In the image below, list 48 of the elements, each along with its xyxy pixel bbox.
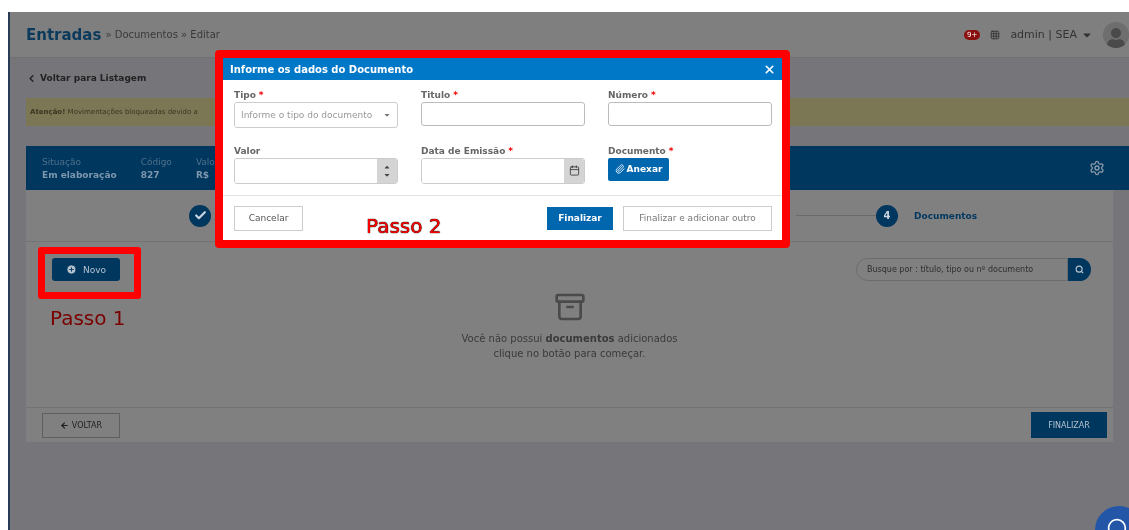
field-label: Tipo * xyxy=(234,90,265,100)
arrow-left-icon xyxy=(59,420,69,430)
date-field[interactable] xyxy=(421,157,585,184)
back-button[interactable]: VOLTAR xyxy=(42,412,120,438)
attach-button[interactable]: Anexar xyxy=(608,157,669,181)
archive-box-icon xyxy=(553,291,586,323)
calendar-icon[interactable] xyxy=(564,158,584,183)
info-value: R$ xyxy=(195,169,211,180)
info-label: Código xyxy=(140,156,172,167)
settings-icon[interactable] xyxy=(1089,160,1105,176)
field-label: Documento * xyxy=(608,145,675,156)
apps-grid-icon[interactable] xyxy=(990,29,1001,40)
info-value: 827 xyxy=(140,169,161,180)
step-annotation: Passo 2 xyxy=(366,214,442,238)
search-field[interactable]: Busque por : título, tipo ou nº documento xyxy=(856,258,1068,281)
user-menu[interactable]: admin | SEA xyxy=(1010,28,1093,41)
input-field[interactable] xyxy=(421,102,585,126)
info-value: Em elaboração xyxy=(42,169,117,180)
step-annotation: Passo 1 xyxy=(50,306,126,330)
caret-icon xyxy=(383,111,391,119)
breadcrumb: » Documentos » Editar xyxy=(105,29,220,40)
plus-circle-icon xyxy=(65,264,77,275)
paperclip-icon xyxy=(614,164,625,174)
search-icon xyxy=(1075,265,1084,274)
dialog-title: Informe os dados do Documento xyxy=(230,63,414,75)
field-label: Valor xyxy=(234,145,262,156)
step-number: 4 xyxy=(876,204,898,227)
empty-state-text: Você não possui documentos adicionados clique no botão para começar. xyxy=(461,332,678,361)
input-field[interactable] xyxy=(608,102,772,126)
page-title: Entradas xyxy=(26,25,102,44)
finish-button[interactable]: FINALIZAR xyxy=(1031,412,1107,438)
avatar-icon[interactable] xyxy=(1103,21,1129,48)
type-select[interactable]: Informe o tipo do documento xyxy=(234,102,398,128)
number-field[interactable] xyxy=(234,157,398,184)
close-button[interactable] xyxy=(763,62,776,76)
finish-and-add-button[interactable]: Finalizar e adicionar outro xyxy=(623,205,772,231)
field-label: Titulo * xyxy=(421,90,459,100)
info-label: Valo xyxy=(195,156,215,167)
search-button[interactable] xyxy=(1068,258,1091,281)
step-label: Documentos xyxy=(914,210,978,221)
new-button[interactable]: Novo xyxy=(52,258,120,281)
info-label: Situação xyxy=(42,156,82,167)
spinner-icon[interactable] xyxy=(377,158,397,183)
step-check-icon xyxy=(189,204,211,227)
field-label: Data de Emissão * xyxy=(421,145,515,156)
cancel-button[interactable]: Cancelar xyxy=(234,205,303,231)
finish-button[interactable]: Finalizar xyxy=(547,206,613,230)
field-label: Número * xyxy=(608,90,657,100)
